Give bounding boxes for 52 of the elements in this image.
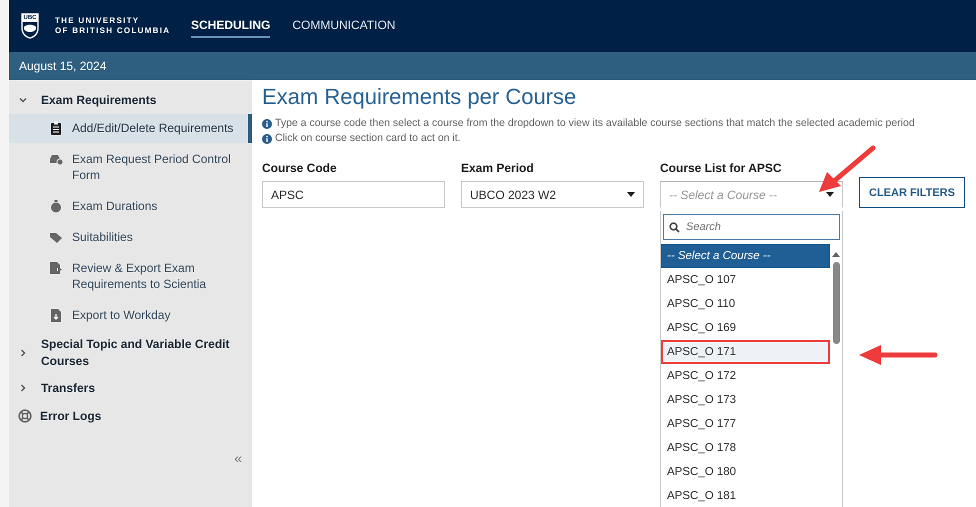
nav-tab[interactable]: SCHEDULING <box>191 14 270 38</box>
date-text: August 15, 2024 <box>19 59 106 73</box>
info-icon <box>262 118 272 128</box>
sidebar-group[interactable]: Special Topic and Variable Credit Courses <box>41 336 244 370</box>
university-name: OF BRITISH COLUMBIA <box>55 26 170 36</box>
dropdown-option[interactable]: APSC_O 172 <box>661 364 830 388</box>
hint-text: Click on course section card to act on it. <box>275 131 461 146</box>
field-label: Course List for APSC <box>660 161 783 175</box>
dropdown-option[interactable]: APSC_O 181 <box>661 484 830 507</box>
sidebar-group[interactable]: Transfers <box>41 380 96 396</box>
menu-icon <box>49 121 63 135</box>
clear-filters-button[interactable]: CLEAR FILTERS <box>859 177 965 208</box>
hint-text: Type a course code then select a course from the dropdown to view its available course sections that match the selected academic period <box>275 116 915 131</box>
chevron-icon[interactable] <box>19 384 27 392</box>
lifebuoy-icon <box>18 409 32 423</box>
dropdown-option[interactable]: APSC_O 110 <box>661 292 830 316</box>
field-label: Course Code <box>262 161 338 175</box>
sidebar-item[interactable]: Export to Workday <box>9 301 252 330</box>
university-name: THE UNIVERSITY <box>55 16 140 26</box>
menu-icon <box>49 199 63 213</box>
collapse-sidebar-button[interactable]: « <box>234 450 242 466</box>
chevron-icon[interactable] <box>19 349 27 357</box>
field-label: Exam Period <box>461 161 535 175</box>
dropdown-option[interactable]: APSC_O 177 <box>661 412 830 436</box>
crest-logo-icon <box>21 13 39 39</box>
sidebar-item[interactable]: Exam Request Period Control Form <box>9 145 252 190</box>
sidebar-group[interactable]: Exam Requirements <box>41 92 156 108</box>
exam-period-select[interactable]: UBCO 2023 W2 <box>461 181 644 208</box>
search-icon <box>669 222 680 233</box>
dropdown-option[interactable]: APSC_O 107 <box>661 268 830 292</box>
chevron-icon[interactable] <box>19 96 27 104</box>
dropdown-option[interactable]: APSC_O 173 <box>661 388 830 412</box>
dropdown-option[interactable]: APSC_O 180 <box>661 460 830 484</box>
page-title: Exam Requirements per Course <box>262 84 578 110</box>
scroll-up-icon[interactable] <box>831 250 841 258</box>
sidebar-group[interactable]: Error Logs <box>40 408 102 424</box>
menu-icon <box>49 230 63 244</box>
info-icon <box>262 134 272 144</box>
dropdown-option[interactable]: -- Select a Course -- <box>661 244 830 268</box>
nav-tab[interactable]: COMMUNICATION <box>292 14 396 38</box>
sidebar-item[interactable]: Exam Durations <box>9 192 252 221</box>
menu-icon <box>49 152 63 166</box>
dropdown-option[interactable]: APSC_O 169 <box>661 316 830 340</box>
search-field[interactable]: Search <box>663 214 840 240</box>
menu-icon <box>49 261 63 275</box>
sidebar-item[interactable]: Add/Edit/Delete Requirements <box>9 114 252 143</box>
course-code-field[interactable]: APSC <box>262 181 445 208</box>
menu-icon <box>49 308 63 322</box>
sidebar-item[interactable]: Suitabilities <box>9 223 252 252</box>
dropdown-option[interactable]: APSC_O 178 <box>661 436 830 460</box>
sidebar-item[interactable]: Review & Export Exam Requirements to Scientia <box>9 254 252 299</box>
dropdown-option[interactable]: APSC_O 171 <box>661 340 830 364</box>
